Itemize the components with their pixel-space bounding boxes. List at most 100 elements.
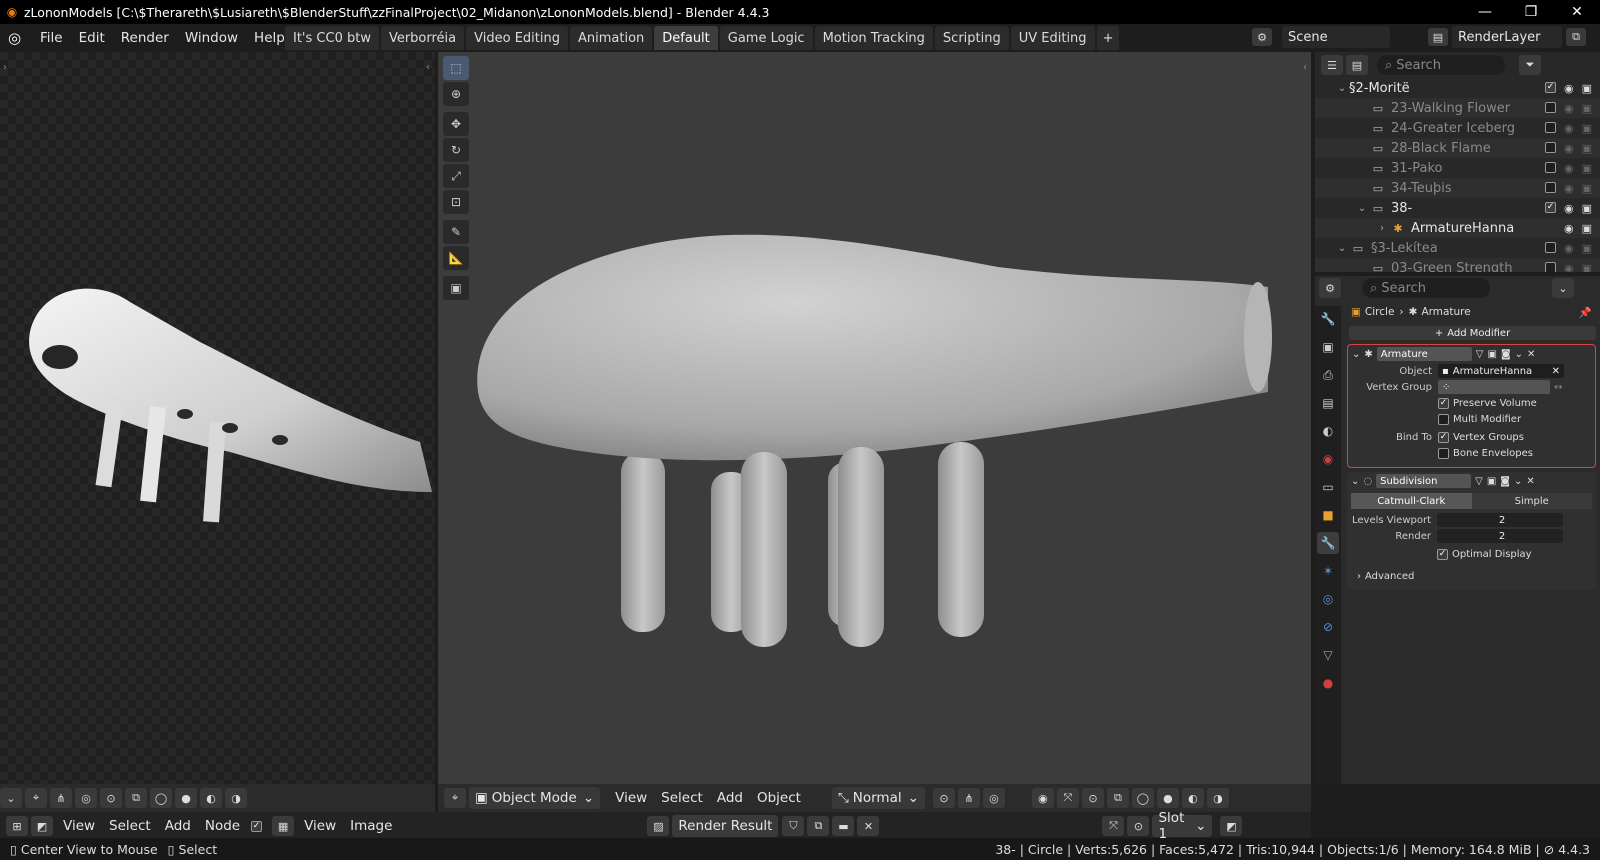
shading-solid-icon[interactable]: ● [175, 788, 197, 808]
tab-workspace-verborreia[interactable]: Verborréia [380, 26, 465, 50]
checkbox[interactable] [1544, 261, 1556, 272]
node-tree-type-icon[interactable]: ◩ [31, 816, 53, 836]
image-browse-icon[interactable]: ▨ [647, 816, 670, 836]
tool-settings-icon[interactable]: 🔧 [1317, 308, 1339, 330]
editor-type-icon[interactable]: ☰ [1321, 55, 1343, 75]
tab-workspace-uv-editing[interactable]: UV Editing [1010, 26, 1095, 50]
chevron-right-icon[interactable]: › [1375, 223, 1389, 234]
transform-icon[interactable]: ⊡ [443, 190, 469, 214]
outliner-row[interactable]: › ✱ ArmatureHanna ◉ ▣ [1315, 218, 1600, 238]
display-mode-icon[interactable]: ▤ [1346, 55, 1368, 75]
outliner-row[interactable]: ▭ 03-Green Strength ◉ ▣ [1315, 258, 1600, 272]
eye-icon[interactable]: ◉ [1564, 202, 1574, 215]
eye-icon[interactable]: ◉ [1564, 262, 1574, 273]
modifier-properties-icon[interactable]: 🔧 [1317, 532, 1339, 554]
optimal-display-checkbox[interactable]: ✓ [1437, 548, 1448, 560]
output-properties-icon[interactable]: ⎙ [1317, 364, 1339, 386]
annotate-icon[interactable]: ✎ [443, 220, 469, 244]
snap-icon[interactable]: ⋔ [957, 788, 980, 808]
camera-icon[interactable]: ▣ [1582, 222, 1592, 235]
particles-properties-icon[interactable]: ✶ [1317, 560, 1339, 582]
node-menu-node[interactable]: Node [198, 818, 247, 834]
node-menu-view[interactable]: View [56, 818, 102, 834]
image-menu-image[interactable]: Image [343, 818, 399, 834]
proportional-icon[interactable]: ◎ [982, 788, 1005, 808]
checkbox[interactable] [1544, 121, 1556, 133]
collapse-arrow-icon[interactable]: › [3, 62, 7, 73]
advanced-subpanel[interactable]: › Advanced [1347, 568, 1596, 584]
view-layer-selector[interactable]: RenderLayer [1452, 26, 1562, 48]
vertex-groups-checkbox[interactable]: ✓ [1438, 431, 1449, 443]
eye-icon[interactable]: ◉ [1564, 162, 1574, 175]
eye-icon[interactable]: ◉ [1564, 222, 1574, 235]
render-properties-icon[interactable]: ▣ [1317, 336, 1339, 358]
shading-material-icon[interactable]: ◐ [200, 788, 222, 808]
new-view-layer-icon[interactable]: ⧉ [1566, 28, 1586, 46]
viewport-menu-add[interactable]: Add [710, 790, 750, 806]
collapse-arrow-icon[interactable]: ‹ [426, 62, 430, 73]
eye-icon[interactable]: ◉ [1564, 82, 1574, 95]
editor-type-icon[interactable]: ⚙ [1319, 278, 1341, 298]
viewport-toggle-icon[interactable]: ▣ [1487, 476, 1496, 487]
scene-selector[interactable]: Scene [1282, 26, 1390, 48]
shading-render-icon[interactable]: ◑ [225, 788, 247, 808]
pin-icon[interactable]: 📌 [1579, 306, 1592, 319]
camera-icon[interactable]: ▣ [1582, 122, 1592, 135]
camera-icon[interactable]: ▣ [1582, 182, 1592, 195]
preserve-volume-checkbox[interactable]: ✓ [1438, 397, 1449, 409]
select-box-icon[interactable]: ⬚ [443, 56, 469, 80]
measure-icon[interactable]: 📐 [443, 246, 469, 270]
physics-properties-icon[interactable]: ◎ [1317, 588, 1339, 610]
tab-workspace-video-editing[interactable]: Video Editing [466, 26, 568, 50]
data-properties-icon[interactable]: ▽ [1317, 644, 1339, 666]
chevron-down-icon[interactable]: ⌄ [1351, 476, 1359, 487]
viewport-toggle-icon[interactable]: ▣ [1487, 349, 1496, 360]
image-editor-area[interactable] [0, 52, 435, 784]
bone-envelopes-checkbox[interactable] [1438, 447, 1449, 459]
shading-wire-icon[interactable]: ◯ [150, 788, 172, 808]
properties-search-input[interactable]: ⌕ Search [1362, 278, 1490, 298]
checkbox[interactable] [1544, 101, 1556, 113]
checkbox[interactable]: ✓ [1544, 81, 1556, 93]
outliner-row[interactable]: ▭ 31-Pako ◉ ▣ [1315, 158, 1600, 178]
view-layer-properties-icon[interactable]: ▤ [1317, 392, 1339, 414]
fake-user-icon[interactable]: ⛉ [782, 816, 805, 836]
minimize-icon[interactable]: — [1462, 0, 1508, 24]
material-properties-icon[interactable]: ● [1317, 672, 1339, 694]
scene-type-icon[interactable]: ⚙ [1252, 28, 1272, 46]
scene-properties-icon[interactable]: ◐ [1317, 420, 1339, 442]
use-nodes-checkbox[interactable]: ✓ [251, 820, 263, 832]
chevron-down-icon[interactable]: ⌄ [1515, 349, 1523, 360]
eye-icon[interactable]: ◉ [1564, 182, 1574, 195]
3d-viewport[interactable] [438, 52, 1311, 784]
duplicate-icon[interactable]: ⧉ [807, 816, 830, 836]
checkbox[interactable] [1544, 181, 1556, 193]
display-channels-icon[interactable]: ◩ [1220, 816, 1243, 836]
editor-type-icon[interactable]: ⌄ [0, 788, 22, 808]
transform-orientation-selector[interactable]: ⤡ Normal ⌄ [831, 787, 925, 809]
add-workspace-button[interactable]: + [1096, 26, 1120, 50]
chevron-down-icon[interactable]: ⌄ [1552, 278, 1574, 298]
overlay-icon[interactable]: ⊙ [100, 788, 122, 808]
tab-workspace-cc0[interactable]: It's CC0 btw [285, 26, 379, 50]
outliner-search-input[interactable]: ⌕ Search [1377, 55, 1505, 75]
collection-properties-icon[interactable]: ▭ [1317, 476, 1339, 498]
outliner-row[interactable]: ⌄ ▭ 38- ✓ ◉ ▣ [1315, 198, 1600, 218]
chevron-down-icon[interactable]: ⌄ [1335, 83, 1349, 94]
gizmo-icon[interactable]: ⤧ [1056, 788, 1079, 808]
camera-icon[interactable]: ▣ [1582, 102, 1592, 115]
shading-material-icon[interactable]: ◐ [1181, 788, 1204, 808]
object-properties-icon[interactable]: ■ [1317, 504, 1339, 526]
outliner-row[interactable]: ▭ 24-Greater Iceberg ◉ ▣ [1315, 118, 1600, 138]
camera-icon[interactable]: ▣ [1582, 162, 1592, 175]
clear-icon[interactable]: ✕ [1552, 366, 1560, 377]
multi-modifier-checkbox[interactable] [1438, 413, 1449, 425]
visibility-icon[interactable]: ◉ [1031, 788, 1054, 808]
rotate-icon[interactable]: ↻ [443, 138, 469, 162]
filter-icon[interactable]: ⏷ [1519, 55, 1541, 75]
simple-button[interactable]: Simple [1471, 493, 1592, 509]
eye-icon[interactable]: ◉ [1564, 242, 1574, 255]
menu-file[interactable]: File [32, 30, 71, 46]
overlay-icon[interactable]: ⊙ [1081, 788, 1104, 808]
add-modifier-button[interactable]: + Add Modifier [1349, 326, 1596, 340]
